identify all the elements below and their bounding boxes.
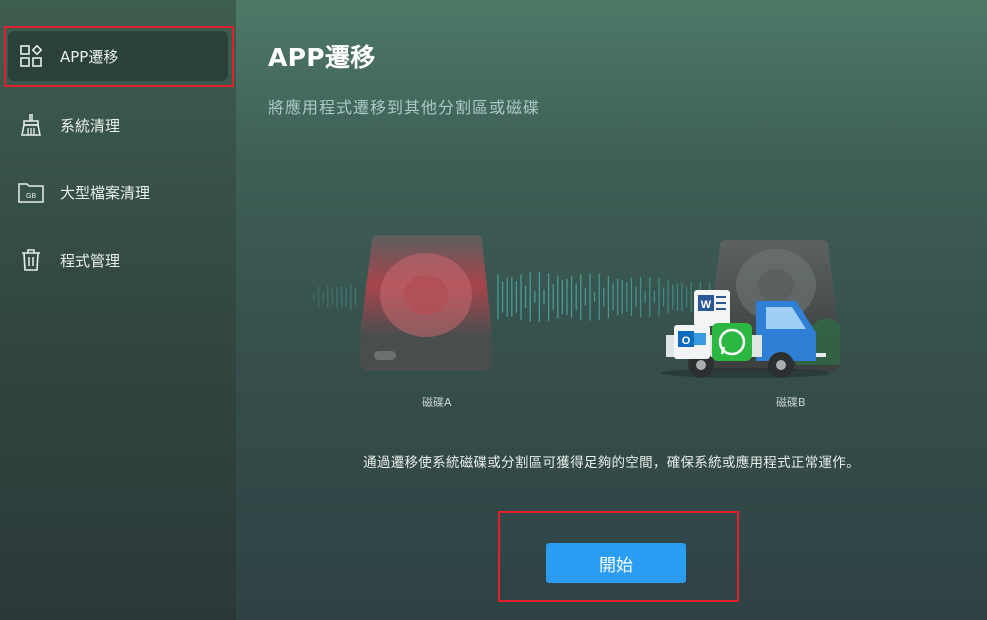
svg-text:O: O — [682, 335, 691, 347]
sidebar-item-system-cleanup[interactable]: 系統清理 — [8, 100, 228, 150]
outlook-icon: O — [674, 325, 710, 359]
word-icon: W — [694, 290, 730, 326]
sidebar-item-program-management[interactable]: 程式管理 — [8, 235, 228, 285]
svg-text:GB: GB — [26, 193, 36, 200]
page-title: APP遷移 — [268, 43, 376, 72]
sidebar-item-label: APP遷移 — [60, 47, 119, 66]
disk-a-label: 磁碟A — [422, 396, 452, 409]
sidebar: APP遷移 系統清理 GB 大型檔案清理 程式管理 — [0, 0, 236, 620]
whatsapp-icon — [712, 323, 752, 361]
folder-gb-icon: GB — [18, 179, 44, 205]
sidebar-item-label: 系統清理 — [60, 116, 121, 135]
broom-icon — [18, 112, 44, 138]
main-panel: APP遷移 將應用程式遷移到其他分割區或磁碟 W O 磁碟A 磁碟B 通過遷移使… — [236, 0, 987, 620]
sidebar-item-label: 程式管理 — [60, 251, 121, 270]
sidebar-item-app-migration[interactable]: APP遷移 — [8, 31, 228, 81]
start-button[interactable]: 開始 — [546, 543, 686, 583]
sidebar-item-label: 大型檔案清理 — [60, 183, 151, 202]
trash-icon — [18, 247, 44, 273]
svg-text:W: W — [701, 299, 712, 311]
description-text: 通過遷移使系統磁碟或分割區可獲得足夠的空間，確保系統或應用程式正常運作。 — [363, 455, 860, 471]
migration-illustration: W O — [313, 235, 840, 378]
app-grid-icon — [18, 43, 44, 69]
sidebar-item-large-file-cleanup[interactable]: GB 大型檔案清理 — [8, 167, 228, 217]
page-subtitle: 將應用程式遷移到其他分割區或磁碟 — [268, 98, 541, 117]
disk-b-label: 磁碟B — [776, 396, 806, 409]
disk-a-icon — [360, 235, 492, 371]
